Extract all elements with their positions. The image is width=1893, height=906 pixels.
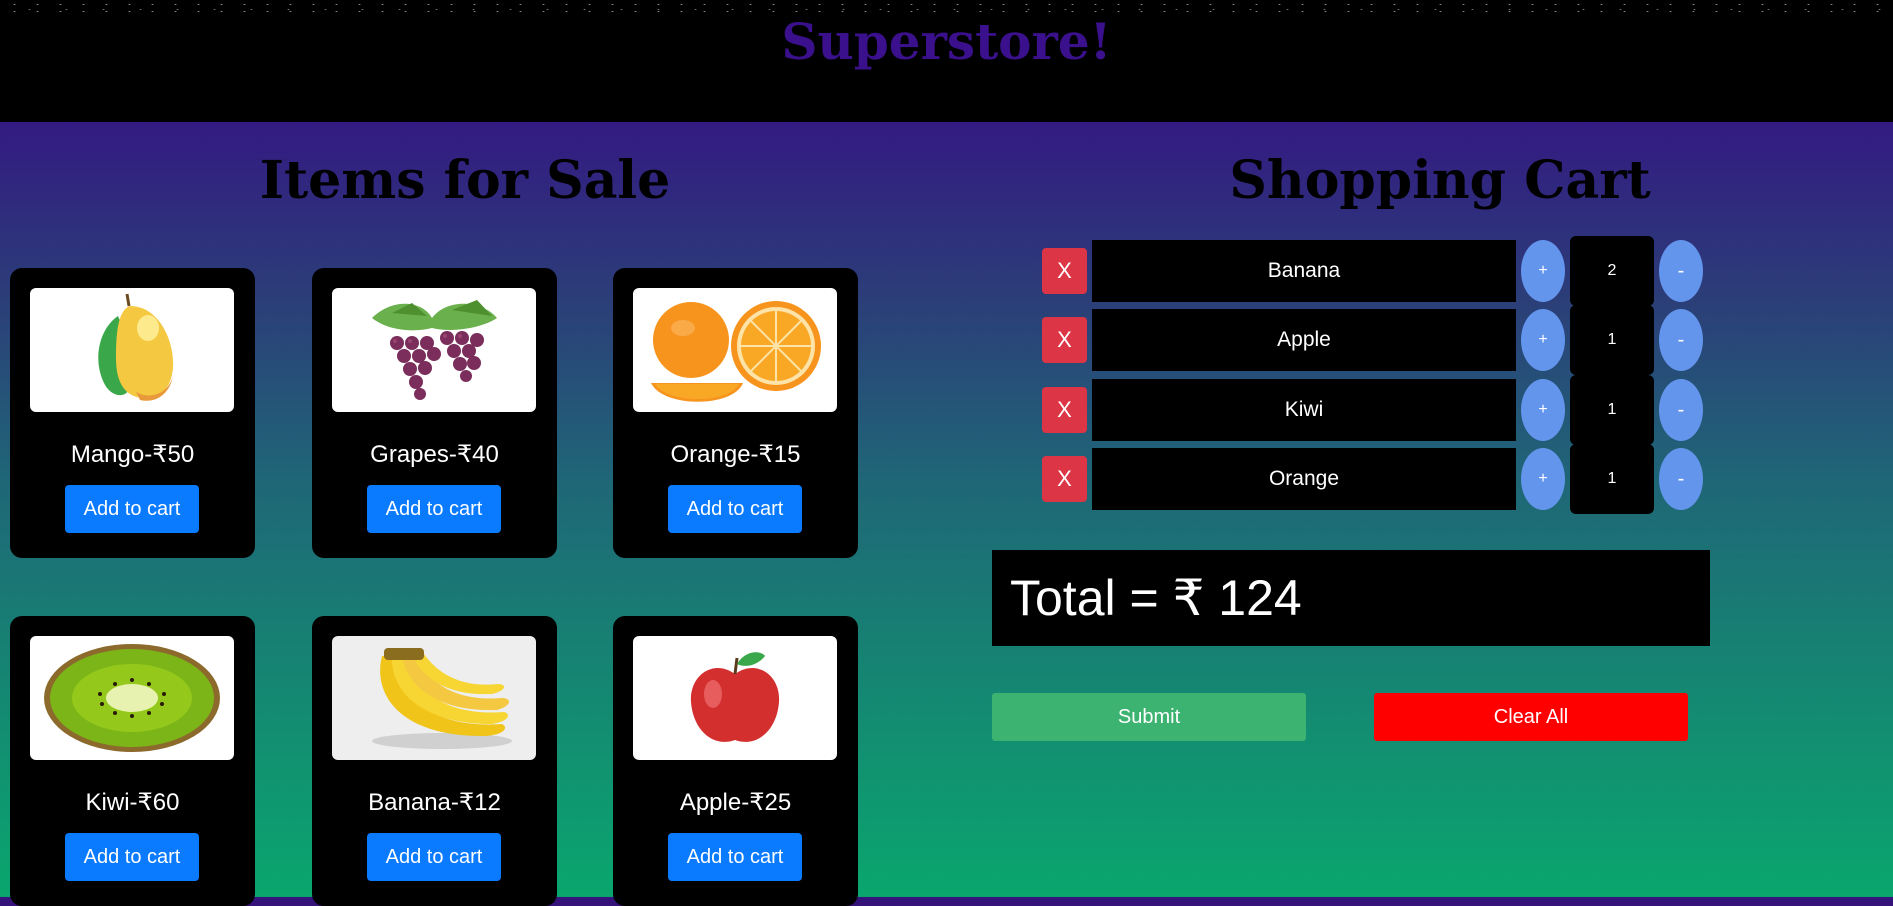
product-card-mango: Mango-₹50 Add to cart: [10, 268, 255, 558]
remove-item-button[interactable]: X: [1042, 317, 1087, 363]
cart-item-quantity: 1: [1570, 375, 1654, 445]
increase-quantity-button[interactable]: +: [1521, 379, 1565, 441]
decrease-quantity-button[interactable]: -: [1659, 240, 1703, 302]
decrease-quantity-button[interactable]: -: [1659, 448, 1703, 510]
cart-item-name: Banana: [1092, 240, 1516, 302]
cart-total: Total = ₹ 124: [992, 550, 1710, 646]
product-card-apple: Apple-₹25 Add to cart: [613, 616, 858, 906]
product-card-kiwi: Kiwi-₹60 Add to cart: [10, 616, 255, 906]
product-card-orange: Orange-₹15 Add to cart: [613, 268, 858, 558]
remove-item-button[interactable]: X: [1042, 248, 1087, 294]
remove-item-button[interactable]: X: [1042, 387, 1087, 433]
cart-item-name: Orange: [1092, 448, 1516, 510]
remove-item-button[interactable]: X: [1042, 456, 1087, 502]
product-card-banana: Banana-₹12 Add to cart: [312, 616, 557, 906]
grapes-image: [332, 288, 536, 412]
shopping-cart-heading: Shopping Cart: [1229, 150, 1651, 211]
apple-image: [633, 636, 837, 760]
product-name: Banana-₹12: [368, 789, 501, 816]
add-to-cart-button-grapes[interactable]: Add to cart: [367, 485, 501, 533]
mango-image: [30, 288, 234, 412]
cart-item-name: Kiwi: [1092, 379, 1516, 441]
add-to-cart-button-orange[interactable]: Add to cart: [668, 485, 802, 533]
product-name: Mango-₹50: [70, 441, 195, 468]
decrease-quantity-button[interactable]: -: [1659, 379, 1703, 441]
cart-item-quantity: 1: [1570, 444, 1654, 514]
banana-image: [332, 636, 536, 760]
orange-image: [633, 288, 837, 412]
product-name: Grapes-₹40: [370, 441, 499, 468]
add-to-cart-button-apple[interactable]: Add to cart: [668, 833, 802, 881]
increase-quantity-button[interactable]: +: [1521, 240, 1565, 302]
increase-quantity-button[interactable]: +: [1521, 448, 1565, 510]
product-name: Orange-₹15: [670, 441, 801, 468]
product-card-grapes: Grapes-₹40 Add to cart: [312, 268, 557, 558]
product-name: Apple-₹25: [679, 789, 792, 816]
increase-quantity-button[interactable]: +: [1521, 309, 1565, 371]
site-title: Superstore!: [781, 12, 1112, 71]
cart-item-name: Apple: [1092, 309, 1516, 371]
decrease-quantity-button[interactable]: -: [1659, 309, 1703, 371]
header: Superstore!: [0, 0, 1893, 122]
clear-all-button[interactable]: Clear All: [1374, 693, 1688, 741]
cart-item-quantity: 1: [1570, 305, 1654, 375]
add-to-cart-button-mango[interactable]: Add to cart: [65, 485, 199, 533]
items-for-sale-heading: Items for Sale: [259, 150, 671, 211]
add-to-cart-button-banana[interactable]: Add to cart: [367, 833, 501, 881]
kiwi-image: [30, 636, 234, 760]
submit-button[interactable]: Submit: [992, 693, 1306, 741]
product-name: Kiwi-₹60: [85, 789, 180, 816]
cart-item-quantity: 2: [1570, 236, 1654, 306]
add-to-cart-button-kiwi[interactable]: Add to cart: [65, 833, 199, 881]
